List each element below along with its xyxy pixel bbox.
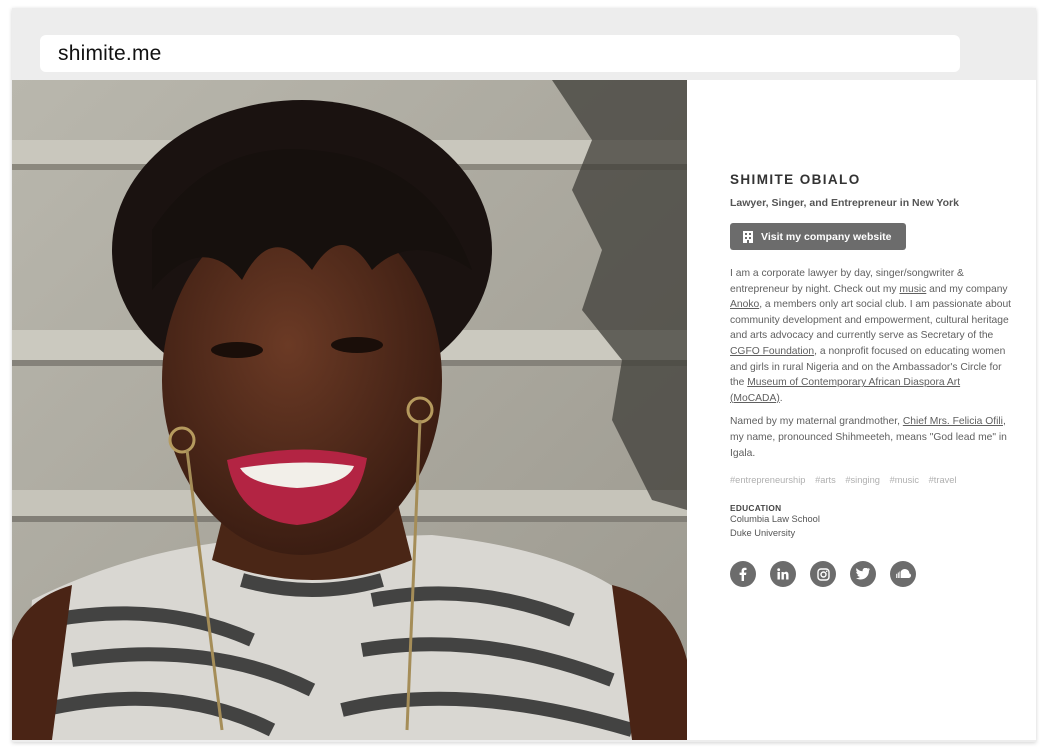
- anoko-link[interactable]: Anoko: [730, 299, 759, 310]
- bio-paragraph-2: Named by my maternal grandmother, Chief …: [730, 414, 1015, 461]
- building-icon: [743, 230, 753, 243]
- visit-button-label: Visit my company website: [761, 230, 892, 243]
- education-school: Duke University: [730, 527, 796, 538]
- tag[interactable]: #arts: [815, 475, 836, 485]
- visit-company-website-button[interactable]: Visit my company website: [730, 223, 906, 250]
- soundcloud-icon[interactable]: [890, 561, 916, 588]
- education-heading: EDUCATION: [730, 503, 782, 514]
- linkedin-icon[interactable]: [770, 561, 796, 588]
- tag-list: #entrepreneurship #arts #singing #music …: [730, 475, 1015, 485]
- profile-tagline: Lawyer, Singer, and Entrepreneur in New …: [730, 197, 959, 209]
- url-text: shimite.me: [58, 41, 162, 65]
- twitter-icon[interactable]: [850, 561, 876, 588]
- profile-panel: SHIMITE OBIALO Lawyer, Singer, and Entre…: [730, 172, 1015, 588]
- instagram-icon[interactable]: [810, 561, 836, 588]
- education-school: Columbia Law School: [730, 514, 820, 525]
- social-links: [730, 561, 1015, 588]
- bio-text: , a members only art social club. I am p…: [730, 299, 1012, 342]
- tag[interactable]: #music: [890, 475, 919, 485]
- profile-photo: [12, 80, 687, 740]
- bio-text: and my company: [926, 283, 1008, 295]
- address-bar[interactable]: shimite.me: [40, 35, 960, 72]
- tag[interactable]: #singing: [845, 475, 880, 485]
- bio-text: .: [779, 392, 783, 404]
- tag[interactable]: #entrepreneurship: [730, 475, 805, 485]
- tag[interactable]: #travel: [929, 475, 957, 485]
- bio-paragraph-1: I am a corporate lawyer by day, singer/s…: [730, 266, 1015, 406]
- facebook-icon[interactable]: [730, 561, 756, 588]
- bio-text: Named by my maternal grandmother,: [730, 416, 903, 428]
- bio: I am a corporate lawyer by day, singer/s…: [730, 266, 1015, 461]
- felicia-ofili-link[interactable]: Chief Mrs. Felicia Ofili: [903, 416, 1003, 427]
- cgfo-foundation-link[interactable]: CGFO Foundation: [730, 346, 814, 357]
- web-page: SHIMITE OBIALO Lawyer, Singer, and Entre…: [12, 80, 1036, 740]
- music-link[interactable]: music: [899, 284, 926, 295]
- mocada-link[interactable]: Museum of Contemporary African Diaspora …: [730, 377, 960, 404]
- profile-name: SHIMITE OBIALO: [730, 172, 861, 187]
